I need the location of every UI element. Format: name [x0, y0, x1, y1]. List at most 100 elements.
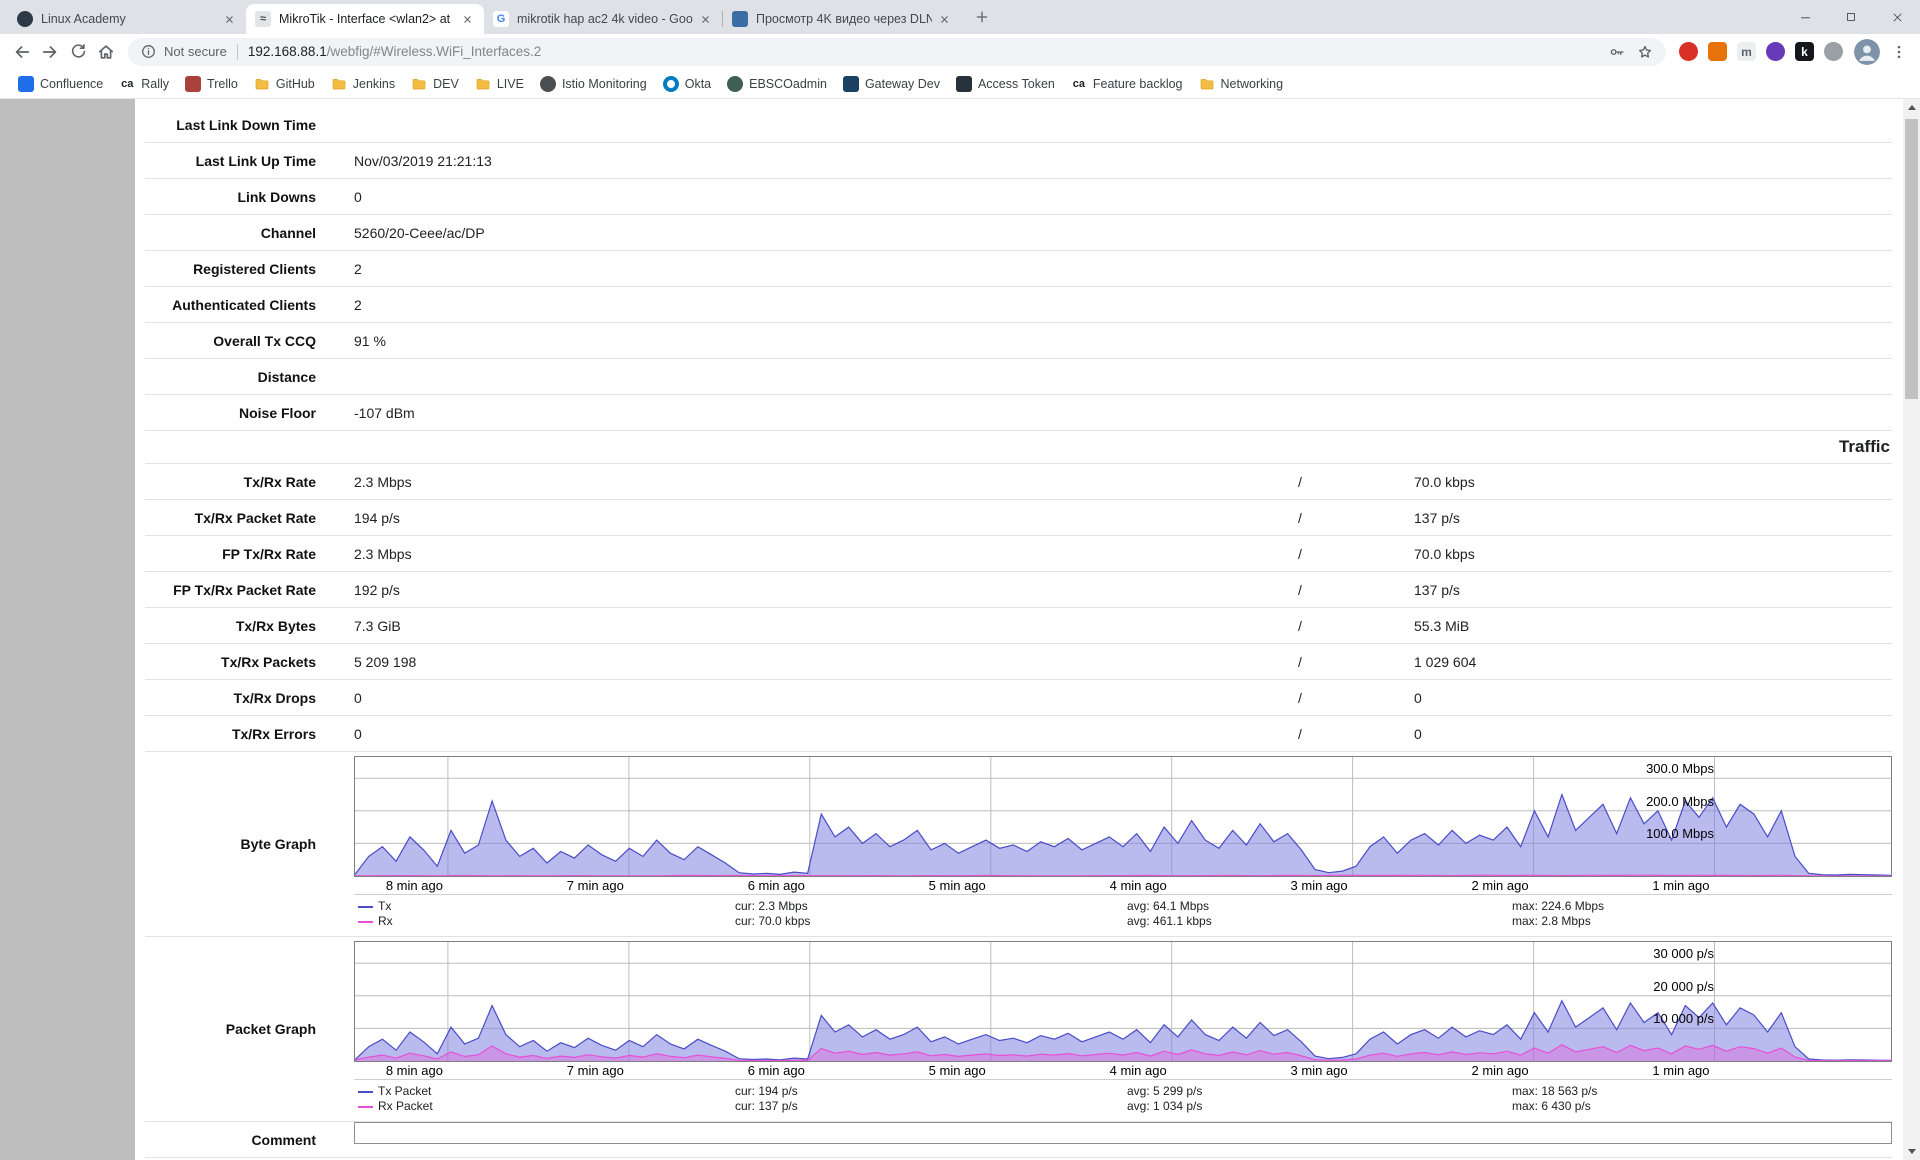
legend-avg-value: avg: 461.1 kbps [1127, 914, 1212, 929]
tab-title: mikrotik hap ac2 4k video - Goog [517, 12, 693, 26]
x-axis-label: 4 min ago [1110, 1063, 1167, 1078]
webfig-main: Last Link Down TimeLast Link Up TimeNov/… [135, 99, 1920, 1160]
field-row: Last Link Down Time [145, 107, 1892, 143]
bookmark-networking[interactable]: Networking [1191, 72, 1292, 96]
field-row: Last Link Up TimeNov/03/2019 21:21:13 [145, 143, 1892, 179]
tab-separator [722, 11, 723, 27]
bookmark-confluence[interactable]: Confluence [10, 72, 111, 96]
address-bar[interactable]: Not secure 192.168.88.1/webfig/#Wireless… [128, 38, 1666, 66]
y-axis-label: 300.0 Mbps [1646, 761, 1714, 776]
bookmark-istio-monitoring[interactable]: Istio Monitoring [532, 72, 655, 96]
traffic-field-row: FP Tx/Rx Rate2.3 Mbps/70.0 kbps [145, 536, 1892, 572]
reload-button[interactable] [64, 38, 92, 66]
graph-label: Byte Graph [145, 836, 316, 852]
bookmark-label: Jenkins [353, 77, 395, 91]
bookmark-trello[interactable]: Trello [177, 72, 246, 96]
legend-avg-value: avg: 64.1 Mbps [1127, 899, 1212, 914]
bookmark-feature-backlog[interactable]: caFeature backlog [1063, 72, 1191, 96]
bookmark-ebscoadmin[interactable]: EBSCOadmin [719, 72, 835, 96]
bookmark-live[interactable]: LIVE [467, 72, 532, 96]
extension-m-icon[interactable]: m [1737, 42, 1756, 61]
field-values: 0/0 [316, 680, 1892, 715]
comment-input[interactable] [354, 1122, 1892, 1144]
extension-grey-icon[interactable] [1824, 42, 1843, 61]
extension-k-icon[interactable]: k [1795, 42, 1814, 61]
tab-close-icon[interactable] [697, 11, 713, 27]
tab-title: MikroTik - Interface <wlan2> at [279, 12, 455, 26]
field-row: Channel5260/20-Ceee/ac/DP [145, 215, 1892, 251]
password-key-icon[interactable] [1608, 43, 1626, 61]
x-axis-label: 7 min ago [567, 878, 624, 893]
bookmark-dev[interactable]: DEV [403, 72, 467, 96]
extension-red-icon[interactable] [1679, 42, 1698, 61]
tab-close-icon[interactable] [459, 11, 475, 27]
browser-tab-1[interactable]: Linux Academy [8, 4, 246, 34]
bookmark-jenkins[interactable]: Jenkins [323, 72, 403, 96]
browser-tab-4[interactable]: Просмотр 4K видео через DLN [723, 4, 961, 34]
bookmark-gateway-dev[interactable]: Gateway Dev [835, 72, 948, 96]
folder-icon [475, 76, 491, 92]
close-button[interactable] [1874, 0, 1920, 34]
x-axis-label: 5 min ago [929, 1063, 986, 1078]
home-button[interactable] [92, 38, 120, 66]
tab-close-icon[interactable] [221, 11, 237, 27]
x-axis-label: 7 min ago [567, 1063, 624, 1078]
browser-menu-icon[interactable] [1886, 39, 1912, 65]
legend-series-name: Tx [378, 899, 391, 913]
field-values: 2 [316, 287, 1892, 322]
y-axis-label: 200.0 Mbps [1646, 794, 1714, 809]
bookmark-access-token[interactable]: Access Token [948, 72, 1063, 96]
bookmark-github[interactable]: GitHub [246, 72, 323, 96]
url-text: 192.168.88.1/webfig/#Wireless.WiFi_Inter… [248, 44, 1600, 59]
ca-favicon: ca [119, 76, 135, 92]
maximize-button[interactable] [1828, 0, 1874, 34]
field-row: Authenticated Clients2 [145, 287, 1892, 323]
scroll-up-arrow[interactable] [1903, 99, 1920, 116]
bookmarks-bar: Confluence ca Rally TrelloGitHub Jenkins DEVL… [0, 69, 1920, 99]
scroll-down-arrow[interactable] [1903, 1143, 1920, 1160]
bookmark-rally[interactable]: ca Rally [111, 72, 177, 96]
status-fields: Last Link Down TimeLast Link Up TimeNov/… [135, 107, 1920, 431]
vertical-scrollbar[interactable] [1903, 99, 1920, 1160]
tab-close-icon[interactable] [936, 11, 952, 27]
rx-value: 55.3 MiB [1414, 618, 1469, 634]
field-values [316, 359, 1892, 394]
token-favicon [956, 76, 972, 92]
field-label: Tx/Rx Packet Rate [145, 510, 316, 526]
profile-avatar[interactable] [1854, 39, 1880, 65]
bookmark-label: Istio Monitoring [562, 77, 647, 91]
tab-title: Просмотр 4K видео через DLN [756, 12, 932, 26]
page-content: Last Link Down TimeLast Link Up TimeNov/… [0, 99, 1920, 1160]
minimize-button[interactable] [1782, 0, 1828, 34]
scrollbar-thumb[interactable] [1905, 119, 1918, 399]
traffic-field-row: Tx/Rx Rate2.3 Mbps/70.0 kbps [145, 464, 1892, 500]
browser-tab-3[interactable]: Gmikrotik hap ac2 4k video - Goog [484, 4, 722, 34]
field-label: Tx/Rx Rate [145, 474, 316, 490]
byte-graph-row: Byte Graph300.0 Mbps200.0 Mbps100.0 Mbps… [145, 752, 1892, 937]
new-tab-button[interactable] [969, 4, 995, 30]
info-icon[interactable] [140, 43, 157, 60]
x-axis-labels: 8 min ago7 min ago6 min ago5 min ago4 mi… [354, 877, 1892, 894]
bookmark-star-icon[interactable] [1636, 43, 1654, 61]
y-axis-label: 10 000 p/s [1653, 1011, 1714, 1026]
tx-value: 194 p/s [354, 510, 400, 526]
extension-purple-icon[interactable] [1766, 42, 1785, 61]
legend-max-column: max: 224.6 Mbpsmax: 2.8 Mbps [1512, 899, 1604, 929]
field-values: 91 % [316, 323, 1892, 358]
back-button[interactable] [8, 38, 36, 66]
home-icon [96, 42, 116, 62]
field-label: Distance [145, 369, 316, 385]
traffic-section-header-row: Traffic [145, 431, 1892, 464]
legend-cur-value: cur: 194 p/s [735, 1084, 798, 1099]
browser-tab-2[interactable]: ≈MikroTik - Interface <wlan2> at [246, 4, 484, 34]
bookmark-label: Confluence [40, 77, 103, 91]
forward-icon [40, 42, 60, 62]
url-path: /webfig/#Wireless.WiFi_Interfaces.2 [327, 44, 542, 59]
field-label: Noise Floor [145, 405, 316, 421]
bookmark-okta[interactable]: Okta [655, 72, 719, 96]
forward-button[interactable] [36, 38, 64, 66]
confluence-favicon [18, 76, 34, 92]
bookmark-label: Rally [141, 77, 169, 91]
google-favicon: G [493, 11, 509, 27]
extension-rss-icon[interactable] [1708, 42, 1727, 61]
